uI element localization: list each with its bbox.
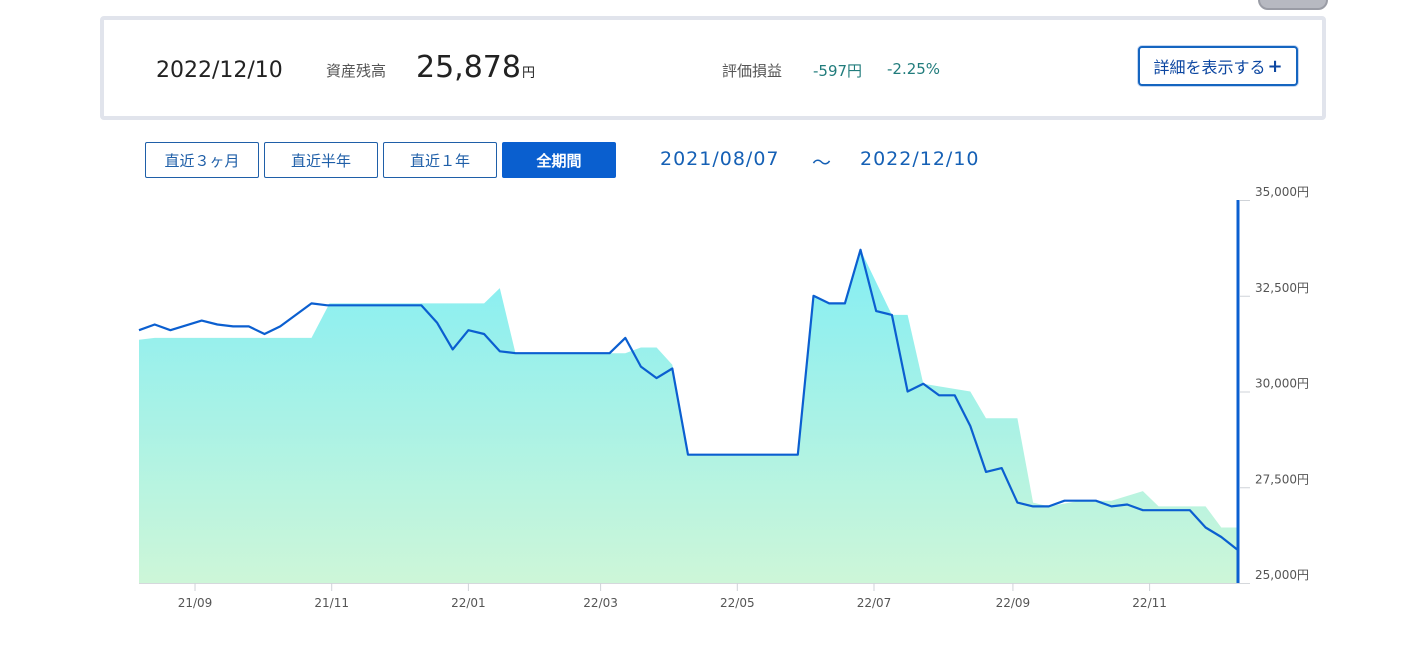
- x-tick-label: 22/09: [996, 596, 1031, 610]
- x-tick-label: 21/11: [314, 596, 349, 610]
- area-series: [139, 249, 1237, 584]
- y-tick-label: 30,000円: [1255, 377, 1309, 391]
- asset-chart: 25,000円 27,500円 30,000円 32,500円 35,000円 21/09…: [138, 185, 1309, 610]
- y-tick-label: 35,000円: [1255, 185, 1309, 199]
- x-tick-label: 22/07: [857, 596, 892, 610]
- y-tick-label: 27,500円: [1255, 472, 1309, 486]
- x-tick-label: 21/09: [178, 596, 213, 610]
- x-tick-label: 22/11: [1132, 596, 1167, 610]
- y-tick-label: 25,000円: [1255, 568, 1309, 582]
- y-tick-label: 32,500円: [1255, 281, 1309, 295]
- x-tick-label: 22/05: [720, 596, 755, 610]
- x-tick-label: 22/03: [583, 596, 618, 610]
- x-tick-label: 22/01: [451, 596, 486, 610]
